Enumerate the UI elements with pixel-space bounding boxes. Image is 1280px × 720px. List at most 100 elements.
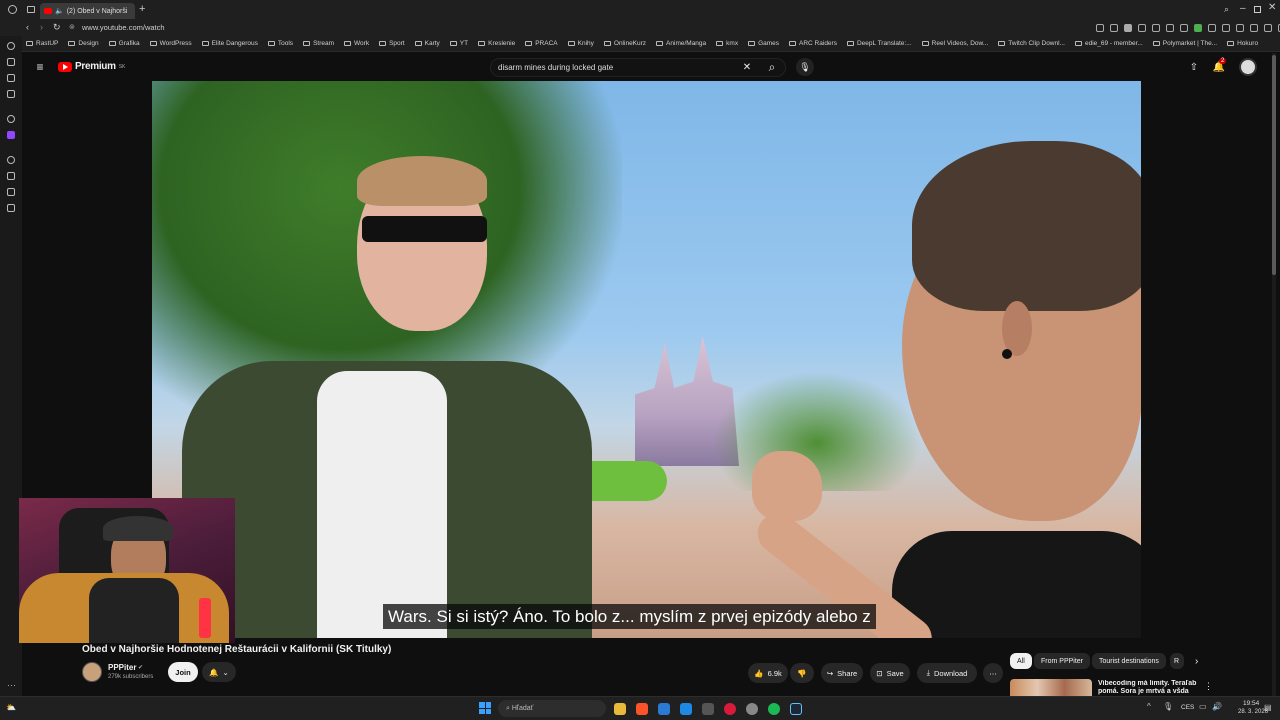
microphone-icon[interactable]: 🎙 [796,58,814,76]
tray-overflow-icon[interactable]: ^ [1147,702,1151,711]
minimize-button[interactable]: – [1240,3,1246,14]
more-actions-button[interactable]: ⋯ [983,663,1003,683]
reload-icon[interactable]: ↻ [53,22,61,33]
extension-icon[interactable] [1250,24,1258,32]
language-indicator[interactable]: CES [1181,704,1194,711]
file-explorer-icon[interactable] [614,703,626,715]
tab-youtube[interactable]: 🔈 (2) Obed v Najhorši [40,3,135,19]
clear-search-icon[interactable]: ✕ [740,60,754,74]
bookmark-item[interactable]: Anime/Manga [656,40,706,47]
sidebar-app-icon[interactable] [7,74,15,82]
hamburger-menu-icon[interactable]: ≡ [33,60,47,74]
extension-icon[interactable] [1264,24,1272,32]
bookmark-item[interactable]: YT [449,40,468,47]
extension-icon[interactable] [1180,24,1188,32]
close-window-button[interactable]: ✕ [1268,2,1276,13]
clock-time[interactable]: 19:54 [1243,700,1259,707]
search-icon[interactable]: ⌕ [765,60,779,74]
bookmark-item[interactable]: kmx [716,40,738,47]
bookmark-item[interactable]: Design [68,40,99,47]
bookmark-item[interactable]: ARC Raiders [789,40,837,47]
extension-icon[interactable] [1152,24,1160,32]
sidebar-more-icon[interactable]: ⋯ [7,680,16,691]
join-button[interactable]: Join [168,662,198,682]
channel-name[interactable]: PPPiter [108,663,136,672]
save-button[interactable]: ⊡ Save [870,663,910,683]
sidebar-app-icon[interactable] [7,204,15,212]
forward-icon[interactable]: › [40,22,43,32]
new-tab-button[interactable]: + [139,3,145,15]
bookmark-item[interactable]: RastUP [26,40,58,47]
bookmark-item[interactable]: WordPress [149,40,192,47]
chip-tourist-destinations[interactable]: Tourist destinations [1092,653,1166,669]
download-button[interactable]: ⤓ Download [917,663,977,683]
sidebar-app-icon[interactable] [7,90,15,98]
site-info-icon[interactable]: ⊚ [69,23,75,31]
bookmark-item[interactable]: PRACA [525,40,558,47]
channel-avatar[interactable] [82,662,102,682]
app-icon[interactable] [680,703,692,715]
bookmark-item[interactable]: Hokuro [1227,40,1258,47]
steam-icon[interactable] [790,703,802,715]
extension-icon[interactable] [1236,24,1244,32]
url-field[interactable]: www.youtube.com/watch [82,23,165,32]
bookmark-item[interactable]: Elite Dangerous [201,40,258,47]
video-player[interactable] [152,81,1141,638]
bookmark-item[interactable]: Tools [267,40,293,47]
calculator-icon[interactable] [702,703,714,715]
bookmark-item[interactable]: Twitch Clip Downl... [998,40,1065,47]
play-icon[interactable] [1166,24,1174,32]
chip-all[interactable]: All [1010,653,1032,669]
back-icon[interactable]: ‹ [26,22,29,32]
tray-app-icon[interactable]: 🎙 [1163,702,1173,711]
extension-icon[interactable] [1222,24,1230,32]
bookmark-item[interactable]: Polymarket | The... [1152,40,1217,47]
bookmark-item[interactable]: Kreslenie [478,40,515,47]
sidebar-app-icon[interactable] [7,172,15,180]
notification-center-icon[interactable]: ▤ [1264,703,1272,712]
shield-icon[interactable] [1124,24,1132,32]
sidebar-app-icon[interactable] [7,58,15,66]
recommendation-thumbnail[interactable] [1010,679,1092,696]
extension-icon[interactable] [1208,24,1216,32]
recommendation-title[interactable]: Vibecoding má limity. Teraľab pomá. Sora… [1098,680,1198,696]
extension-icon[interactable] [1138,24,1146,32]
extension-icon[interactable] [1110,24,1118,32]
bookmark-item[interactable]: Work [344,40,369,47]
browser-menu-icon[interactable] [8,5,17,14]
youtube-logo[interactable]: Premium SK [58,61,125,72]
like-button[interactable]: 👍 6.9k [748,663,788,683]
speaker-icon[interactable]: 🔈 [55,7,64,15]
bookmark-item[interactable]: Games [748,40,779,47]
bookmark-item[interactable]: Stream [303,40,334,47]
bookmark-item[interactable]: Reel Videos, Dow... [921,40,988,47]
bookmark-item[interactable]: DeepL Translate:... [846,40,912,47]
extension-icon[interactable] [1194,24,1202,32]
extension-icon[interactable] [1096,24,1104,32]
sidebar-app-icon[interactable] [7,115,15,123]
bookmark-item[interactable]: OnlineKurz [603,40,646,47]
upload-icon[interactable]: ⇧ [1187,60,1201,74]
chip-partial[interactable]: R [1170,653,1184,669]
maximize-button[interactable] [1254,6,1261,13]
mail-icon[interactable] [658,703,670,715]
widgets-icon[interactable]: ⛅ [6,703,16,712]
bookmark-item[interactable]: edie_69 - member... [1074,40,1143,47]
sidebar-home-icon[interactable] [7,42,15,50]
brave-browser-icon[interactable] [636,703,648,715]
bookmark-item[interactable]: Knihy [567,40,594,47]
twitch-icon[interactable] [7,131,15,139]
opera-icon[interactable] [724,703,736,715]
avatar[interactable] [1239,58,1257,76]
share-button[interactable]: ↪ Share [821,663,863,683]
page-scrollbar-thumb[interactable] [1272,55,1276,275]
bookmark-item[interactable]: Grafika [108,40,140,47]
chips-next-icon[interactable]: › [1195,656,1198,667]
network-icon[interactable]: ▭ [1199,702,1207,711]
tab-overview-icon[interactable] [27,6,35,13]
sidebar-app-icon[interactable] [7,188,15,196]
app-icon[interactable] [746,703,758,715]
taskbar-search[interactable]: ⌕ Hľadať [498,700,606,717]
start-button[interactable] [479,702,491,714]
recommendation-menu-icon[interactable]: ⋮ [1204,681,1213,692]
